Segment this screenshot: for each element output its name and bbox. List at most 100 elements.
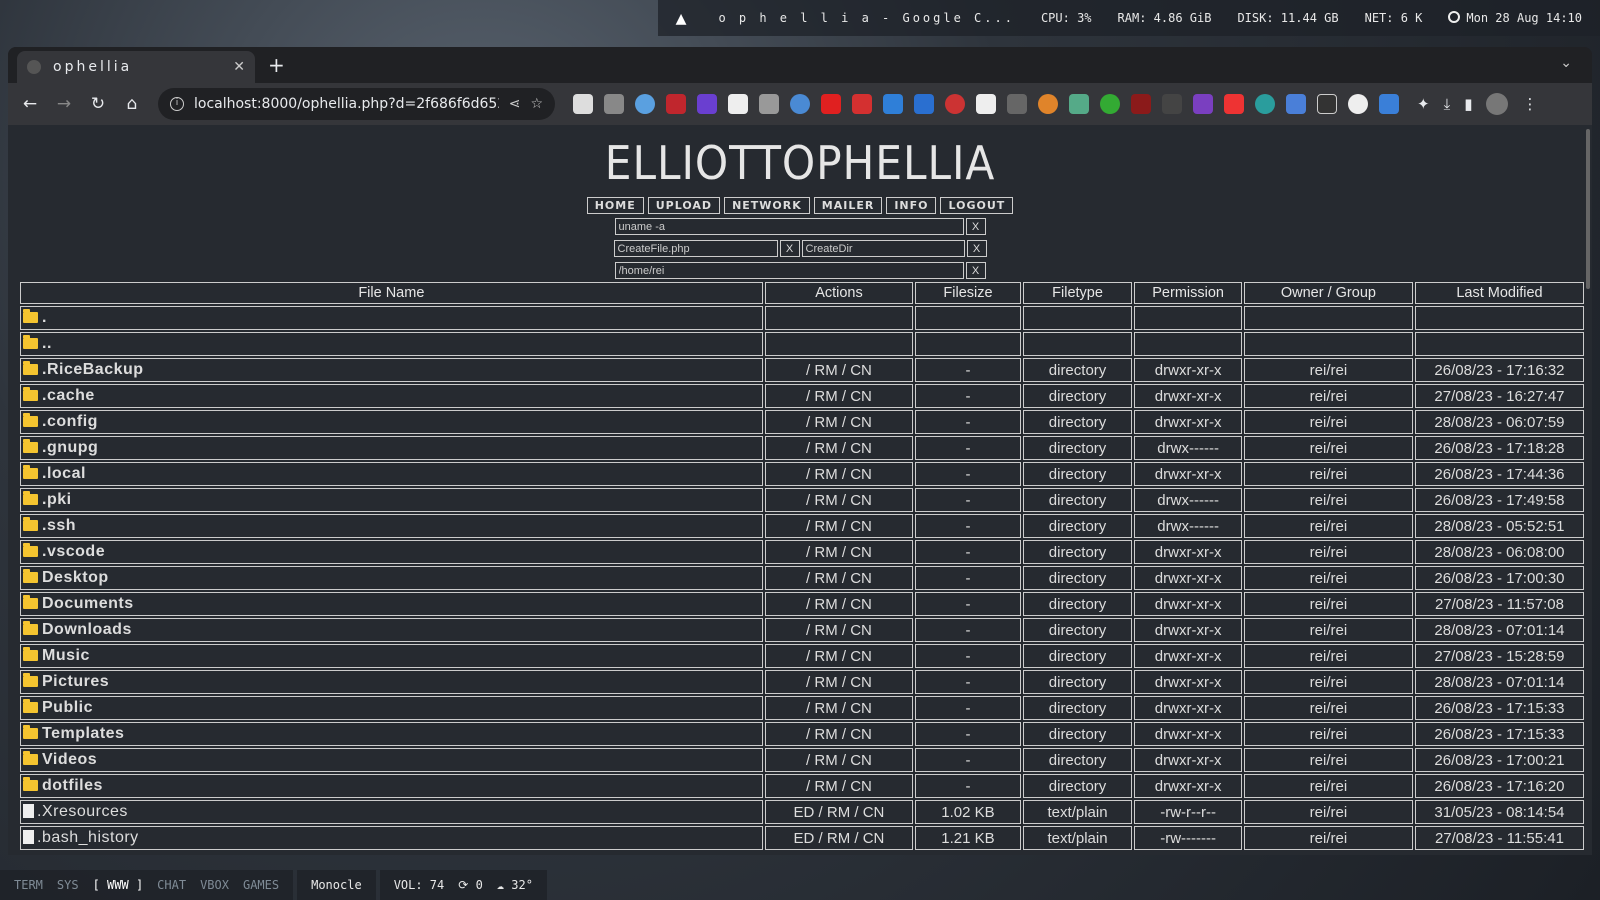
file-name-cell[interactable]: Public xyxy=(20,696,763,720)
bookmark-star-icon[interactable]: ☆ xyxy=(530,96,543,112)
reload-button[interactable]: ↻ xyxy=(84,94,112,114)
file-name-link[interactable]: .gnupg xyxy=(42,439,98,456)
file-name-cell[interactable]: .vscode xyxy=(20,540,763,564)
actions-cell[interactable]: / RM / CN xyxy=(764,514,914,538)
actions-cell[interactable]: / RM / CN xyxy=(764,436,914,460)
command-input[interactable] xyxy=(614,218,964,235)
table-row[interactable]: Pictures / RM / CN - directory drwxr-xr-x rei… xyxy=(20,670,1584,694)
file-name-link[interactable]: Pictures xyxy=(42,673,109,690)
file-name-link[interactable]: . xyxy=(42,309,47,326)
actions-cell[interactable]: / RM / CN xyxy=(764,540,914,564)
file-name-link[interactable]: Videos xyxy=(42,751,97,768)
extension-icon[interactable] xyxy=(1286,94,1306,114)
extension-icon[interactable] xyxy=(852,94,872,114)
actions-cell[interactable]: / RM / CN xyxy=(764,358,914,382)
actions-cell[interactable]: / RM / CN xyxy=(764,748,914,772)
site-info-icon[interactable]: i xyxy=(170,97,184,111)
actions-cell[interactable]: / RM / CN xyxy=(764,696,914,720)
actions-cell[interactable] xyxy=(764,332,914,356)
file-name-cell[interactable]: .bash_history xyxy=(20,826,763,850)
workspace-term[interactable]: TERM xyxy=(14,878,43,892)
file-name-link[interactable]: Documents xyxy=(42,595,134,612)
layout-indicator[interactable]: Monocle xyxy=(311,878,362,892)
extension-icon[interactable] xyxy=(604,94,624,114)
file-name-cell[interactable]: .RiceBackup xyxy=(20,358,763,382)
nav-info-button[interactable]: INFO xyxy=(886,197,937,214)
path-input[interactable] xyxy=(614,262,964,279)
tab-search-chevron-icon[interactable]: ⌄ xyxy=(1560,55,1572,71)
table-row[interactable]: .Xresources ED / RM / CN 1.02 KB text/plain… xyxy=(20,800,1584,824)
table-row[interactable]: Music / RM / CN - directory drwxr-xr-x rei/re… xyxy=(20,644,1584,668)
file-name-link[interactable]: Desktop xyxy=(42,569,109,586)
actions-cell[interactable]: ED / RM / CN xyxy=(764,800,914,824)
tab-close-icon[interactable]: ✕ xyxy=(233,59,245,75)
new-tab-button[interactable]: + xyxy=(268,53,285,77)
file-name-link[interactable]: .Xresources xyxy=(37,803,128,820)
file-name-link[interactable]: .. xyxy=(42,335,52,352)
file-name-link[interactable]: .vscode xyxy=(42,543,105,560)
extension-icon[interactable] xyxy=(790,94,810,114)
file-name-link[interactable]: .RiceBackup xyxy=(42,361,144,378)
extension-icon[interactable] xyxy=(1007,94,1027,114)
extension-icon[interactable] xyxy=(945,94,965,114)
extension-icon[interactable] xyxy=(759,94,779,114)
table-row[interactable]: .RiceBackup / RM / CN - directory drwxr-xr-x… xyxy=(20,358,1584,382)
extensions-puzzle-icon[interactable]: ✦ xyxy=(1417,95,1430,113)
nav-mailer-button[interactable]: MAILER xyxy=(813,197,883,214)
extension-icon[interactable] xyxy=(1069,94,1089,114)
nav-network-button[interactable]: NETWORK xyxy=(724,197,810,214)
header-filesize[interactable]: Filesize xyxy=(915,282,1021,304)
extension-icon[interactable] xyxy=(1038,94,1058,114)
file-name-cell[interactable]: . xyxy=(20,306,763,330)
file-name-cell[interactable]: Documents xyxy=(20,592,763,616)
side-panel-icon[interactable]: ▮ xyxy=(1464,95,1472,113)
extension-icon[interactable] xyxy=(1317,94,1337,114)
table-row[interactable]: Public / RM / CN - directory drwxr-xr-x rei/r… xyxy=(20,696,1584,720)
share-icon[interactable]: ⋖ xyxy=(509,96,521,112)
actions-cell[interactable]: ED / RM / CN xyxy=(764,826,914,850)
file-name-link[interactable]: dotfiles xyxy=(42,777,103,794)
table-row[interactable]: dotfiles / RM / CN - directory drwxr-xr-x rei… xyxy=(20,774,1584,798)
extension-icon[interactable] xyxy=(1348,94,1368,114)
browser-menu-icon[interactable]: ⋮ xyxy=(1522,95,1537,113)
download-icon[interactable]: ⤓ xyxy=(1444,95,1451,113)
table-row[interactable]: .cache / RM / CN - directory drwxr-xr-x rei/r… xyxy=(20,384,1584,408)
file-name-link[interactable]: Downloads xyxy=(42,621,132,638)
file-name-cell[interactable]: .pki xyxy=(20,488,763,512)
table-row[interactable]: Desktop / RM / CN - directory drwxr-xr-x rei/… xyxy=(20,566,1584,590)
workspace-chat[interactable]: CHAT xyxy=(157,878,186,892)
create-file-input[interactable] xyxy=(613,240,778,257)
extension-icon[interactable] xyxy=(883,94,903,114)
file-name-link[interactable]: .local xyxy=(42,465,86,482)
file-name-cell[interactable]: .config xyxy=(20,410,763,434)
extension-icon[interactable] xyxy=(1100,94,1120,114)
actions-cell[interactable]: / RM / CN xyxy=(764,774,914,798)
file-name-cell[interactable]: .local xyxy=(20,462,763,486)
file-name-cell[interactable]: .cache xyxy=(20,384,763,408)
table-row[interactable]: .config / RM / CN - directory drwxr-xr-x rei/… xyxy=(20,410,1584,434)
header-actions[interactable]: Actions xyxy=(764,282,914,304)
table-row[interactable]: .gnupg / RM / CN - directory drwx------ rei/r… xyxy=(20,436,1584,460)
actions-cell[interactable]: / RM / CN xyxy=(764,670,914,694)
table-row[interactable]: .bash_history ED / RM / CN 1.21 KB text/pla… xyxy=(20,826,1584,850)
forward-button[interactable]: → xyxy=(50,94,78,114)
extension-icon[interactable] xyxy=(1224,94,1244,114)
file-name-link[interactable]: .cache xyxy=(42,387,95,404)
nav-logout-button[interactable]: LOGOUT xyxy=(940,197,1014,214)
header-owner-group[interactable]: Owner / Group xyxy=(1243,282,1413,304)
workspace-sys[interactable]: SYS xyxy=(57,878,79,892)
actions-cell[interactable]: / RM / CN xyxy=(764,722,914,746)
file-name-link[interactable]: .ssh xyxy=(42,517,76,534)
file-name-cell[interactable]: Videos xyxy=(20,748,763,772)
tab-ophellia[interactable]: ophellia ✕ xyxy=(17,51,255,83)
extension-icon[interactable] xyxy=(1162,94,1182,114)
file-name-cell[interactable]: Downloads xyxy=(20,618,763,642)
file-name-link[interactable]: .bash_history xyxy=(37,829,139,846)
actions-cell[interactable]: / RM / CN xyxy=(764,462,914,486)
file-name-cell[interactable]: dotfiles xyxy=(20,774,763,798)
extension-icon[interactable] xyxy=(635,94,655,114)
file-name-link[interactable]: .pki xyxy=(42,491,72,508)
file-name-link[interactable]: Music xyxy=(42,647,90,664)
extension-icon[interactable] xyxy=(914,94,934,114)
file-name-link[interactable]: Templates xyxy=(42,725,124,742)
